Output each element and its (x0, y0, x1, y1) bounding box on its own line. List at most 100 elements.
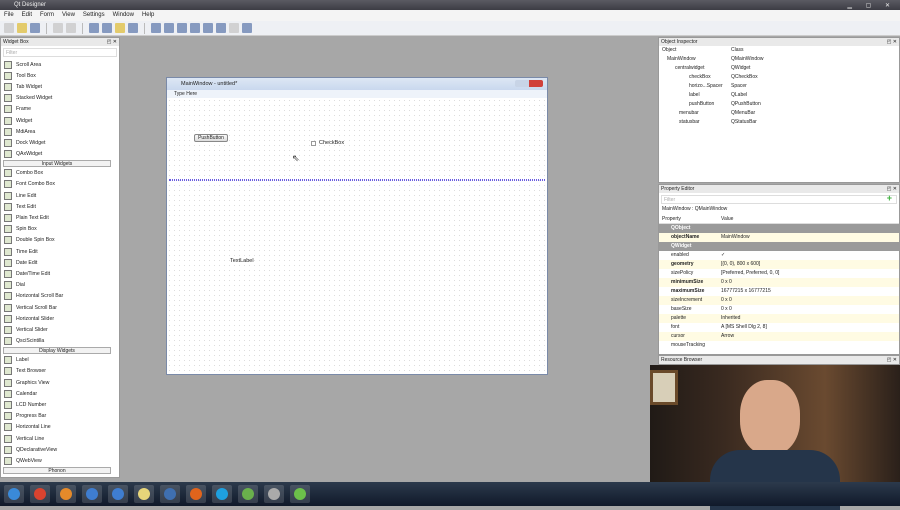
property-value[interactable]: Inherited (721, 314, 740, 323)
checkbox[interactable]: CheckBox (311, 140, 344, 146)
widget-item[interactable]: Graphics View (1, 377, 119, 388)
push-button[interactable]: PushButton (194, 134, 228, 142)
widget-category-display[interactable]: Display Widgets (3, 346, 111, 354)
widget-item[interactable]: QAxWidget (1, 149, 119, 160)
edit-signals-icon[interactable] (102, 23, 112, 33)
widget-item[interactable]: Text Browser (1, 366, 119, 377)
property-row[interactable]: font A [MS Shell Dlg 2, 8] (659, 323, 899, 332)
taskbar-app-icon[interactable] (238, 485, 258, 503)
taskbar-app-icon[interactable] (82, 485, 102, 503)
widget-item[interactable]: Horizontal Scroll Bar (1, 291, 119, 302)
taskbar-app-icon[interactable] (290, 485, 310, 503)
taskbar-app-icon[interactable] (134, 485, 154, 503)
property-value[interactable]: 16777215 x 16777215 (721, 287, 771, 296)
widget-item[interactable]: Calendar (1, 388, 119, 399)
widget-item[interactable]: QWebView (1, 455, 119, 466)
widget-item[interactable]: Vertical Scroll Bar (1, 302, 119, 313)
widget-item[interactable]: QDeclarativeView (1, 444, 119, 455)
widget-item[interactable]: QsciScintilla (1, 336, 119, 347)
taskbar-app-icon[interactable] (108, 485, 128, 503)
widget-item[interactable]: Frame (1, 104, 119, 115)
widget-item[interactable]: Time Edit (1, 246, 119, 257)
widget-item[interactable]: Horizontal Slider (1, 313, 119, 324)
menu-view[interactable]: View (62, 10, 75, 21)
taskbar-app-icon[interactable] (160, 485, 180, 503)
widget-item[interactable]: Font Combo Box (1, 179, 119, 190)
widget-list[interactable]: Scroll Area Tool Box Tab Widget Stacked Wid… (1, 59, 119, 474)
widget-item[interactable]: Line Edit (1, 190, 119, 201)
widget-item[interactable]: Spin Box (1, 224, 119, 235)
form-window[interactable]: MainWindow - untitled* Type Here PushBut… (166, 77, 548, 375)
menu-form[interactable]: Form (40, 10, 54, 21)
dock-controls[interactable]: ◰ ✕ (107, 38, 117, 46)
widget-item[interactable]: Dial (1, 280, 119, 291)
widget-item[interactable]: Combo Box (1, 168, 119, 179)
object-row[interactable]: statusbar QStatusBar (659, 118, 899, 127)
menu-help[interactable]: Help (142, 10, 154, 21)
widget-category-phonon[interactable]: Phonon (3, 466, 111, 474)
property-row[interactable]: sizePolicy [Preferred, Preferred, 0, 0] (659, 269, 899, 278)
widget-item[interactable]: Plain Text Edit (1, 212, 119, 223)
widget-item[interactable]: Tool Box (1, 70, 119, 81)
taskbar-app-icon[interactable] (56, 485, 76, 503)
edit-buddies-icon[interactable] (115, 23, 125, 33)
widget-item[interactable]: Stacked Widget (1, 93, 119, 104)
widget-item[interactable]: LCD Number (1, 399, 119, 410)
property-value[interactable]: A [MS Shell Dlg 2, 8] (721, 323, 767, 332)
layout-vertical-icon[interactable] (164, 23, 174, 33)
object-row[interactable]: centralwidget QWidget (659, 64, 899, 73)
layout-grid-icon[interactable] (203, 23, 213, 33)
widget-item[interactable]: Date Edit (1, 257, 119, 268)
menu-edit[interactable]: Edit (22, 10, 32, 21)
horizontal-spacer[interactable] (169, 179, 545, 181)
paste-icon[interactable] (66, 23, 76, 33)
group-qwidget[interactable]: QWidget (659, 242, 899, 251)
property-value[interactable]: 0 x 0 (721, 278, 732, 287)
property-row[interactable]: maximumSize 16777215 x 16777215 (659, 287, 899, 296)
text-label[interactable]: TextLabel (230, 258, 254, 264)
property-row[interactable]: mouseTracking (659, 341, 899, 350)
property-row[interactable]: minimumSize 0 x 0 (659, 278, 899, 287)
property-value[interactable]: ✓ (721, 251, 725, 260)
taskbar-app-icon[interactable] (4, 485, 24, 503)
property-row[interactable]: cursor Arrow (659, 332, 899, 341)
checkbox-box[interactable] (311, 140, 316, 146)
widget-item[interactable]: Double Spin Box (1, 235, 119, 246)
property-row[interactable]: baseSize 0 x 0 (659, 305, 899, 314)
widget-filter-input[interactable]: Filter (3, 48, 117, 57)
layout-h-splitter-icon[interactable] (177, 23, 187, 33)
open-icon[interactable] (17, 23, 27, 33)
widget-item[interactable]: Tab Widget (1, 81, 119, 92)
taskbar-app-icon[interactable] (264, 485, 284, 503)
widget-item[interactable]: Scroll Area (1, 59, 119, 70)
property-value[interactable]: 0 x 0 (721, 305, 732, 314)
copy-icon[interactable] (53, 23, 63, 33)
layout-horizontal-icon[interactable] (151, 23, 161, 33)
form-menu-type-here[interactable]: Type Here (167, 90, 547, 98)
menu-window[interactable]: Window (113, 10, 134, 21)
layout-form-icon[interactable] (216, 23, 226, 33)
property-value[interactable]: 0 x 0 (721, 296, 732, 305)
property-row[interactable]: sizeIncrement 0 x 0 (659, 296, 899, 305)
widget-item[interactable]: Vertical Slider (1, 324, 119, 335)
dock-controls[interactable]: ◰ ✕ (887, 356, 897, 364)
group-qobject[interactable]: QObject (659, 224, 899, 233)
dock-controls[interactable]: ◰ ✕ (887, 185, 897, 193)
form-canvas[interactable]: PushButton CheckBox TextLabel ⇖ (167, 98, 547, 374)
property-value[interactable]: [(0, 0), 800 x 600] (721, 260, 760, 269)
property-row[interactable]: enabled ✓ (659, 251, 899, 260)
form-window-controls[interactable] (515, 80, 543, 87)
property-value[interactable]: Arrow (721, 332, 734, 341)
menu-settings[interactable]: Settings (83, 10, 105, 21)
taskbar-app-icon[interactable] (30, 485, 50, 503)
object-row[interactable]: menubar QMenuBar (659, 109, 899, 118)
taskbar-app-icon[interactable] (186, 485, 206, 503)
object-row[interactable]: pushButton QPushButton (659, 100, 899, 109)
dock-controls[interactable]: ◰ ✕ (887, 38, 897, 46)
widget-item[interactable]: Dock Widget (1, 137, 119, 148)
property-filter-input[interactable]: Filter + (661, 194, 897, 204)
edit-widgets-icon[interactable] (89, 23, 99, 33)
property-row[interactable]: geometry [(0, 0), 800 x 600] (659, 260, 899, 269)
widget-item[interactable]: Progress Bar (1, 411, 119, 422)
adjust-size-icon[interactable] (242, 23, 252, 33)
